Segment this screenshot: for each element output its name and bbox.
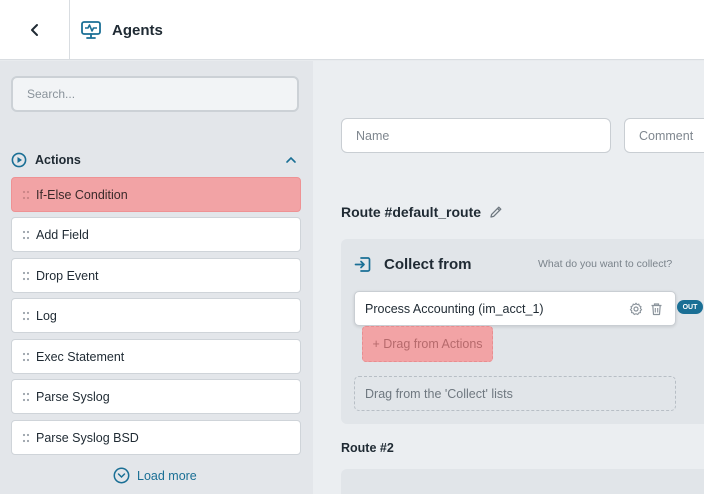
load-more-button[interactable]: Load more — [113, 467, 197, 484]
actions-section-label: Actions — [35, 153, 81, 167]
chevron-up-icon[interactable] — [285, 154, 297, 166]
action-item-log[interactable]: Log — [11, 298, 301, 333]
back-button[interactable] — [0, 0, 70, 60]
monitor-pulse-icon — [81, 21, 101, 39]
actions-section-header[interactable]: Actions — [11, 150, 299, 170]
drag-from-actions-label: + Drag from Actions — [372, 337, 483, 351]
action-item-if-else-condition[interactable]: If-Else Condition — [11, 177, 301, 212]
action-item-parse-syslog-bsd[interactable]: Parse Syslog BSD — [11, 420, 301, 455]
chevron-down-circle-icon — [113, 467, 130, 484]
name-input[interactable] — [341, 118, 611, 153]
action-item-label: Drop Event — [36, 268, 99, 283]
drag-from-collect-dropzone[interactable]: Drag from the 'Collect' lists — [354, 376, 676, 411]
collect-hint: What do you want to collect? — [538, 258, 673, 270]
play-circle-icon — [11, 152, 27, 168]
drag-handle-icon[interactable] — [22, 230, 30, 240]
drag-handle-icon[interactable] — [22, 311, 30, 321]
action-item-label: Parse Syslog — [36, 389, 110, 404]
out-port-badge[interactable]: OUT — [677, 300, 703, 314]
action-item-parse-syslog[interactable]: Parse Syslog — [11, 379, 301, 414]
source-chip-label: Process Accounting (im_acct_1) — [365, 301, 544, 316]
action-item-drop-event[interactable]: Drop Event — [11, 258, 301, 293]
action-item-label: Add Field — [36, 227, 89, 242]
drag-handle-icon[interactable] — [22, 190, 30, 200]
action-item-label: Exec Statement — [36, 349, 125, 364]
drag-from-actions-dropzone[interactable]: + Drag from Actions — [362, 326, 493, 362]
trash-icon[interactable] — [650, 302, 663, 316]
action-item-exec-statement[interactable]: Exec Statement — [11, 339, 301, 374]
chevron-left-icon — [30, 24, 38, 36]
route-editor: Route #default_route Collect from What d… — [313, 61, 704, 494]
actions-sidebar: Actions If-Else Condition Add Field Drop… — [0, 61, 313, 494]
drag-handle-icon[interactable] — [22, 271, 30, 281]
load-more-label: Load more — [137, 468, 197, 483]
action-item-label: If-Else Condition — [36, 187, 128, 202]
comment-input[interactable] — [624, 118, 704, 153]
action-item-label: Log — [36, 308, 57, 323]
source-chip[interactable]: Process Accounting (im_acct_1) — [354, 291, 676, 326]
route-title: Route #default_route — [341, 204, 482, 220]
route-2-title: Route #2 — [341, 441, 394, 455]
sign-in-icon — [354, 257, 371, 272]
pencil-icon[interactable] — [489, 205, 503, 219]
top-header: Agents — [0, 0, 704, 60]
drag-handle-icon[interactable] — [22, 392, 30, 402]
page-title-group: Agents — [80, 0, 163, 60]
search-input[interactable] — [11, 76, 299, 112]
collect-from-title: Collect from — [384, 256, 472, 273]
drag-handle-icon[interactable] — [22, 352, 30, 362]
drag-from-collect-label: Drag from the 'Collect' lists — [365, 386, 513, 401]
route-title-group: Route #default_route — [341, 204, 503, 220]
action-item-add-field[interactable]: Add Field — [11, 217, 301, 252]
drag-handle-icon[interactable] — [22, 433, 30, 443]
gear-icon[interactable] — [629, 302, 643, 316]
route-card-default: Collect from What do you want to collect… — [341, 239, 704, 424]
page-title: Agents — [112, 21, 163, 39]
collect-from-header: Collect from — [353, 255, 472, 274]
route-card-2 — [341, 469, 704, 494]
action-item-label: Parse Syslog BSD — [36, 430, 139, 445]
